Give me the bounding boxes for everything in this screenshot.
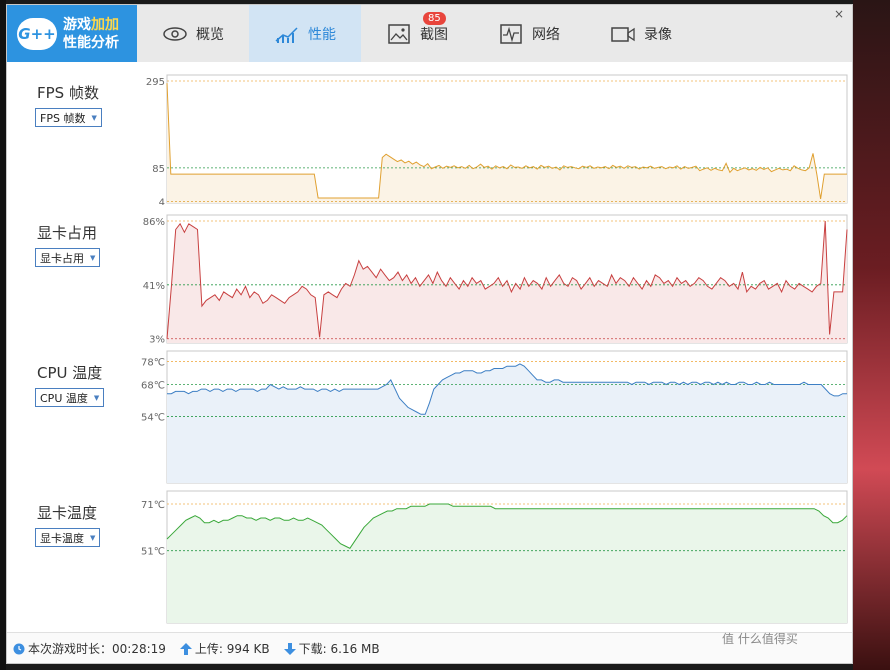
tab-network-label: 网络 — [532, 26, 560, 43]
tab-network[interactable]: 网络 — [473, 5, 585, 62]
video-camera-icon — [611, 26, 635, 42]
gpu-temp-panel: 显卡温度 显卡温度 ▼ 71℃ 51℃ — [7, 485, 852, 625]
tab-screenshot-label: 截图 — [420, 26, 448, 43]
eye-icon — [163, 26, 187, 41]
tab-bar: 概览 性能 截图 85 网络 录像 × — [137, 5, 852, 62]
upload-label: 上传: — [194, 641, 223, 656]
logo-mark: G++ — [17, 17, 57, 50]
y-tick-label: 51℃ — [141, 547, 165, 558]
performance-chart-icon — [275, 26, 298, 43]
tab-video-label: 录像 — [644, 26, 672, 43]
watermark-text: 值 什么值得买 — [722, 632, 798, 646]
y-tick-label: 86% — [143, 217, 165, 228]
tab-screenshot[interactable]: 截图 85 — [361, 5, 473, 62]
gpu-usage-panel: 显卡占用 显卡占用 ▼ 86% 41% 3% — [7, 205, 852, 345]
tab-video[interactable]: 录像 — [585, 5, 697, 62]
cpu-temp-select[interactable]: CPU 温度 ▼ — [35, 388, 105, 407]
series-area — [167, 504, 847, 623]
cpu-temp-chart: 78℃ 68℃ 54℃ — [141, 350, 848, 484]
y-tick-label: 78℃ — [141, 358, 165, 369]
cpu-temp-select-value: CPU 温度 — [40, 391, 88, 405]
cpu-temp-panel: CPU 温度 CPU 温度 ▼ 78℃ 68℃ 54℃ — [7, 345, 852, 485]
download-arrow-icon — [283, 643, 296, 655]
download-label: 下载: — [298, 641, 327, 656]
gpu-temp-select[interactable]: 显卡温度 ▼ — [35, 528, 101, 547]
y-tick-label: 85 — [152, 164, 165, 175]
session-value: 00:28:19 — [112, 641, 166, 656]
fps-panel: FPS 帧数 FPS 帧数 ▼ 295 85 4 — [7, 65, 852, 205]
logo-line1a: 游戏 — [63, 16, 91, 33]
gpu-usage-label: 显卡占用 — [37, 224, 98, 242]
logo-text: 游戏加加 性能分析 — [63, 16, 119, 52]
desktop-wallpaper-edge — [853, 0, 890, 670]
chevron-down-icon: ▼ — [93, 393, 100, 402]
gpu-usage-select[interactable]: 显卡占用 ▼ — [35, 248, 101, 267]
upload-stat: 上传: 994 KB — [179, 640, 270, 657]
cpu-temp-label: CPU 温度 — [37, 364, 103, 382]
tab-overview-label: 概览 — [196, 26, 224, 43]
y-tick-label: 71℃ — [141, 500, 165, 511]
session-label: 本次游戏时长： — [28, 641, 113, 656]
gpu-temp-chart: 71℃ 51℃ — [141, 490, 848, 624]
clock-icon — [13, 643, 25, 655]
screenshot-count-badge: 85 — [423, 12, 446, 25]
logo-line2: 性能分析 — [63, 34, 119, 51]
performance-window: G++ 游戏加加 性能分析 概览 性能 截图 85 网络 录像 × FPS 帧数… — [6, 4, 853, 664]
upload-arrow-icon — [179, 643, 192, 655]
session-time: 本次游戏时长：00:28:19 — [13, 640, 166, 657]
fps-label: FPS 帧数 — [37, 84, 99, 102]
gpu-usage-chart: 86% 41% 3% — [143, 214, 848, 345]
chevron-down-icon: ▼ — [91, 113, 97, 122]
fps-select-value: FPS 帧数 — [40, 111, 86, 125]
gpu-temp-select-value: 显卡温度 — [40, 531, 84, 545]
pulse-icon — [500, 23, 522, 44]
y-tick-label: 4 — [159, 197, 165, 205]
gpu-usage-select-value: 显卡占用 — [40, 251, 84, 265]
chevron-down-icon: ▼ — [90, 533, 96, 542]
download-stat: 下载: 6.16 MB — [283, 640, 380, 657]
y-tick-label: 295 — [146, 77, 165, 88]
close-button[interactable]: × — [834, 7, 844, 21]
app-logo: G++ 游戏加加 性能分析 — [7, 5, 137, 62]
tab-performance[interactable]: 性能 — [249, 5, 361, 62]
tab-performance-label: 性能 — [308, 26, 336, 43]
tab-overview[interactable]: 概览 — [137, 5, 249, 62]
chevron-down-icon: ▼ — [90, 253, 96, 262]
download-value: 6.16 MB — [330, 641, 380, 656]
fps-select[interactable]: FPS 帧数 ▼ — [35, 108, 102, 127]
gpu-temp-label: 显卡温度 — [37, 504, 98, 522]
y-tick-label: 54℃ — [141, 413, 165, 424]
y-tick-label: 3% — [149, 335, 165, 345]
logo-line1b: 加加 — [91, 16, 119, 33]
image-icon — [388, 23, 410, 44]
fps-chart: 295 85 4 — [146, 74, 848, 205]
y-tick-label: 68℃ — [141, 380, 165, 391]
upload-value: 994 KB — [226, 641, 270, 656]
y-tick-label: 41% — [143, 281, 165, 292]
